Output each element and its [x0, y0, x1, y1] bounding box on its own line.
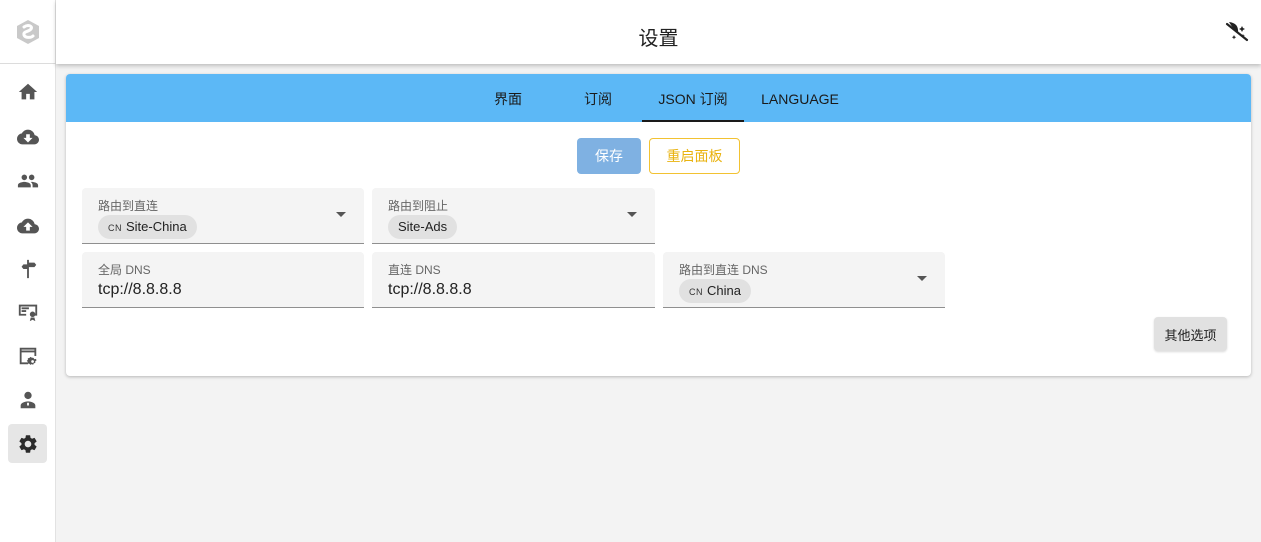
direct-dns-field[interactable]: 直连 DNS tcp://8.8.8.8	[372, 252, 655, 308]
chevron-down-icon	[336, 212, 346, 217]
site-china-chip[interactable]: CN Site-China	[98, 215, 197, 239]
sidebar-item-routing[interactable]	[8, 249, 47, 288]
route-block-select[interactable]: 路由到阻止 Site-Ads	[372, 188, 655, 244]
sidebar-item-panel-settings[interactable]	[8, 336, 47, 375]
chevron-down-icon	[627, 212, 637, 217]
direct-dns-label: 直连 DNS	[388, 263, 441, 277]
logo-icon[interactable]	[14, 18, 42, 46]
global-dns-label: 全局 DNS	[98, 263, 151, 277]
sidebar-item-admin[interactable]	[8, 380, 47, 419]
china-chip[interactable]: CN China	[679, 279, 751, 303]
sidebar-item-downloads[interactable]	[8, 117, 47, 156]
sidebar-item-uploads[interactable]	[8, 206, 47, 245]
global-dns-input[interactable]: tcp://8.8.8.8	[98, 281, 182, 299]
sidebar-item-home[interactable]	[8, 72, 47, 111]
sidebar-item-certificates[interactable]	[8, 292, 47, 331]
route-direct-dns-select[interactable]: 路由到直连 DNS CN China	[663, 252, 945, 308]
page-title: 设置	[638, 28, 679, 50]
site-ads-chip[interactable]: Site-Ads	[388, 215, 458, 239]
sidebar-item-users[interactable]	[8, 161, 47, 200]
cloud-download-icon	[16, 129, 39, 144]
tab-language[interactable]: LANGUAGE	[754, 74, 846, 122]
cloud-upload-icon	[16, 218, 39, 233]
route-direct-select[interactable]: 路由到直连 CN Site-China	[82, 188, 364, 244]
tab-json-subscription[interactable]: JSON 订阅	[642, 74, 744, 122]
settings-card: 界面 订阅 JSON 订阅 LANGUAGE 保存 重启面板 路由到直连 CN S…	[66, 74, 1251, 376]
chevron-down-icon	[917, 276, 927, 281]
sidebar	[0, 0, 56, 542]
chip-label: Site-China	[126, 219, 187, 234]
sidebar-divider	[0, 63, 56, 64]
sidebar-item-settings[interactable]	[8, 424, 47, 463]
chip-label: Site-Ads	[398, 219, 448, 234]
browser-settings-icon	[19, 347, 37, 365]
admin-user-icon	[20, 391, 35, 408]
cn-flag-icon: CN	[108, 223, 122, 233]
global-dns-field[interactable]: 全局 DNS tcp://8.8.8.8	[82, 252, 364, 308]
theme-toggle-icon[interactable]	[1225, 20, 1249, 44]
signpost-icon	[21, 259, 36, 278]
save-button[interactable]: 保存	[577, 138, 641, 174]
certificate-icon	[18, 304, 37, 321]
restart-panel-button[interactable]: 重启面板	[649, 138, 740, 174]
home-icon	[18, 83, 37, 99]
gear-icon	[18, 434, 37, 453]
more-options-button[interactable]: 其他选项	[1154, 317, 1227, 351]
direct-dns-input[interactable]: tcp://8.8.8.8	[388, 281, 472, 299]
chip-label: China	[707, 283, 741, 298]
route-direct-label: 路由到直连	[98, 199, 159, 213]
tab-interface[interactable]: 界面	[472, 74, 544, 122]
route-block-label: 路由到阻止	[388, 199, 449, 213]
settings-tab-bar: 界面 订阅 JSON 订阅 LANGUAGE	[66, 74, 1251, 122]
route-direct-dns-label: 路由到直连 DNS	[679, 263, 768, 277]
cn-flag-icon: CN	[689, 287, 703, 297]
users-icon	[17, 174, 38, 187]
tab-subscription[interactable]: 订阅	[562, 74, 634, 122]
app-header: 设置	[56, 0, 1261, 64]
